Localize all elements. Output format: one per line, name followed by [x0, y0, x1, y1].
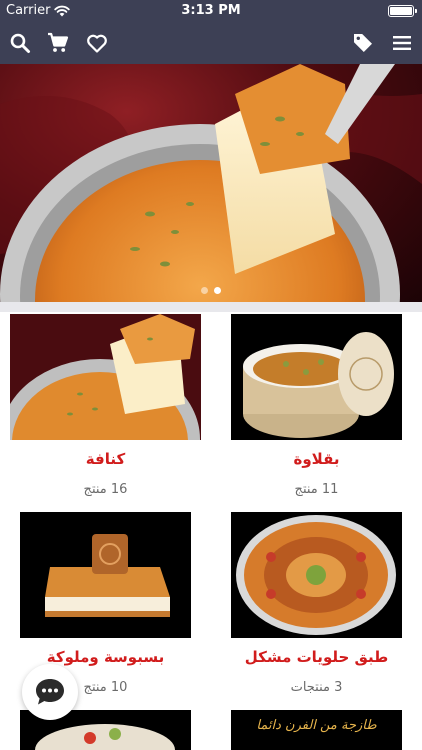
- category-title: بسبوسة وملوكة: [46, 648, 165, 666]
- banner-kunafa-image: [0, 64, 422, 302]
- partial-category-image-right[interactable]: طازجة من الفرن دائما: [231, 710, 402, 750]
- chat-button[interactable]: [22, 664, 78, 720]
- carousel-indicator: [0, 287, 422, 294]
- cart-icon[interactable]: [46, 31, 70, 55]
- banner-carousel[interactable]: [0, 64, 422, 302]
- battery-icon: [388, 5, 417, 17]
- category-count: 11 منتج: [294, 482, 339, 497]
- kunafa-image: [10, 314, 201, 440]
- category-title: كنافة: [85, 450, 126, 468]
- search-icon[interactable]: [8, 31, 32, 55]
- baklava-image: [231, 314, 402, 440]
- tag-icon[interactable]: [351, 31, 375, 55]
- nav-bar: [0, 22, 422, 64]
- partial-banner-text: طازجة من الفرن دائما: [256, 718, 377, 733]
- category-count: 16 منتج: [83, 482, 128, 497]
- heart-icon[interactable]: [85, 31, 109, 55]
- category-card-kunafa[interactable]: كنافة 16 منتج: [0, 312, 211, 510]
- app-screen: Carrier 3:13 PM كنافة 16 منتج بقلاوة 11 …: [0, 0, 422, 750]
- category-card-mixed-platter[interactable]: طبق حلويات مشكل 3 منتجات: [211, 510, 422, 708]
- carousel-dot[interactable]: [201, 287, 208, 294]
- category-card-baklava[interactable]: بقلاوة 11 منتج: [211, 312, 422, 510]
- category-title: طبق حلويات مشكل: [244, 648, 389, 666]
- status-bar: Carrier 3:13 PM: [0, 0, 422, 22]
- chat-icon: [36, 679, 64, 705]
- menu-icon[interactable]: [390, 31, 414, 55]
- carousel-dot-active[interactable]: [214, 287, 221, 294]
- status-time: 3:13 PM: [181, 3, 241, 18]
- category-title: بقلاوة: [293, 450, 340, 468]
- category-count: 3 منتجات: [290, 680, 343, 695]
- section-divider: [0, 302, 422, 312]
- basbousa-image: [20, 512, 191, 638]
- mixed-platter-image: [231, 512, 402, 638]
